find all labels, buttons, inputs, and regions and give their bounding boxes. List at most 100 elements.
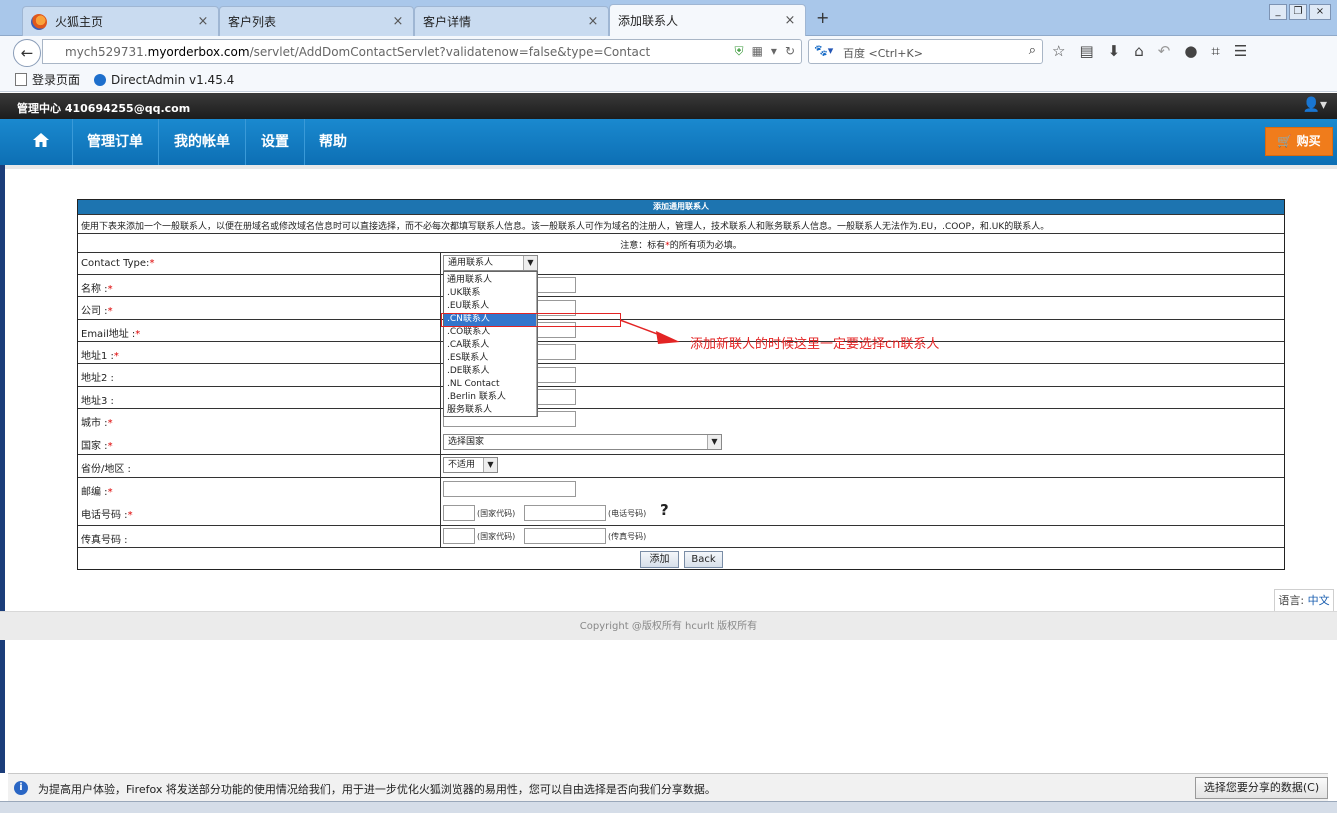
chevron-down-icon: ▼ [523,256,537,270]
bookmark-directadmin[interactable]: DirectAdmin v1.45.4 [94,73,234,87]
zip-input[interactable] [443,481,576,497]
language-selector[interactable]: 语言: 中文 [1274,589,1334,611]
column-divider [440,252,441,547]
help-icon[interactable]: ? [660,501,669,519]
close-window-icon[interactable]: × [1309,4,1331,20]
fax-number-input[interactable] [524,528,606,544]
page-icon [15,73,27,86]
option-nl-contact[interactable]: .NL Contact [444,378,537,391]
tab-client-list[interactable]: 客户列表 × [219,6,414,36]
menu-icon[interactable]: ☰ [1234,42,1247,60]
close-icon[interactable]: × [586,14,600,29]
download-icon[interactable]: ⬇ [1108,42,1121,60]
reading-list-icon[interactable]: ▤ [1079,42,1093,60]
country-select[interactable]: 选择国家 ▼ [443,434,722,450]
option-co-contact[interactable]: .CO联系人 [444,326,537,339]
row-company: 公司 :* [78,296,1284,319]
menu-settings[interactable]: 设置 [261,119,289,165]
new-tab-icon[interactable]: + [816,8,829,27]
reload-icon[interactable]: ↻ [785,44,795,59]
state-select[interactable]: 不适用 ▼ [443,457,498,473]
tab-add-contact[interactable]: 添加联系人 × [609,4,806,36]
url-prefix: mych529731. [65,45,148,59]
fax-country-code-input[interactable] [443,528,475,544]
undo-icon[interactable]: ↶ [1158,42,1171,60]
main-menu: 管理订单 我的帐单 设置 帮助 [0,119,1337,165]
shield-icon[interactable]: ⛨ [735,44,744,59]
option-berlin-contact[interactable]: .Berlin 联系人 [444,391,537,404]
tab-client-detail[interactable]: 客户详情 × [414,6,609,36]
search-engine-name: 百度 [843,47,865,60]
note-prefix: 注意：标有 [620,241,666,251]
option-generic-contact[interactable]: 通用联系人 [444,274,537,287]
row-name: 名称 :* [78,274,1284,296]
close-icon[interactable]: × [196,14,210,29]
url-bar[interactable]: mych529731.myorderbox.com/servlet/AddDom… [42,39,802,64]
option-eu-contact[interactable]: .EU联系人 [444,300,537,313]
note-suffix: 的所有项为必填。 [669,241,742,251]
label-contact-type: Contact Type:* [81,258,154,269]
back-button[interactable]: ← [13,39,41,67]
label-text: 公司 : [81,306,108,317]
close-icon[interactable]: × [391,14,405,29]
screenshot-icon[interactable]: ⌗ [1211,42,1219,60]
row-address2: 地址2 : [78,363,1284,386]
option-ca-contact[interactable]: .CA联系人 [444,339,537,352]
label-address3: 地址3 : [81,396,114,407]
window-controls: _ ❐ × [1269,4,1331,20]
submit-button[interactable]: 添加 [640,551,679,568]
fax-country-code-hint: (国家代码) [477,532,516,541]
dropdown-scrollbar[interactable] [536,272,537,416]
label-text: 国家 : [81,441,108,452]
share-data-button[interactable]: 选择您要分享的数据(C) [1195,777,1328,799]
bookmark-star-icon[interactable]: ☆ [1052,42,1065,60]
home-icon[interactable]: ⌂ [1134,42,1144,60]
annotation-arrow-icon [619,319,680,344]
user-icon[interactable]: 👤▾ [1303,97,1327,113]
buy-button[interactable]: 🛒 购买 [1265,127,1333,156]
close-icon[interactable]: × [783,13,797,28]
menu-help[interactable]: 帮助 [319,119,347,165]
search-engine-icon[interactable]: 🐾▾ [814,44,833,57]
tab-strip: 火狐主页 × 客户列表 × 客户详情 × 添加联系人 × + _ ❐ × [0,0,1337,36]
row-fax: 传真号码 : [78,525,1284,547]
phone-hint: (电话号码) [608,509,647,518]
tab-firefox-home[interactable]: 火狐主页 × [22,6,219,36]
country-value: 选择国家 [448,437,485,447]
info-icon: i [14,781,28,795]
search-placeholder: 百度 <Ctrl+K> [843,45,923,61]
menu-my-bills[interactable]: 我的帐单 [174,119,230,165]
language-label: 语言: [1278,594,1305,607]
back-button[interactable]: Back [684,551,723,568]
qr-icon[interactable]: ▦ [752,44,763,59]
option-service-contact[interactable]: 服务联系人 [444,404,537,417]
home-icon[interactable] [32,131,50,149]
minimize-icon[interactable]: _ [1269,4,1287,20]
option-de-contact[interactable]: .DE联系人 [444,365,537,378]
option-es-contact[interactable]: .ES联系人 [444,352,537,365]
bookmarks-bar: 登录页面 DirectAdmin v1.45.4 [0,68,1337,92]
language-value[interactable]: 中文 [1308,594,1330,607]
label-fax: 传真号码 : [81,535,128,546]
contact-type-select[interactable]: 通用联系人 ▼ [443,255,538,271]
required-mark: * [135,329,141,340]
phone-number-input[interactable] [524,505,606,521]
option-uk-contact[interactable]: .UK联系 [444,287,537,300]
bookmark-login-page[interactable]: 登录页面 [15,71,80,88]
restore-icon[interactable]: ❐ [1289,4,1307,20]
search-bar[interactable]: 🐾▾ 百度 <Ctrl+K> ⌕ [808,39,1043,64]
label-phone: 电话号码 :* [81,506,133,521]
footer: Copyright @版权所有 hcurlt 版权所有 [0,611,1337,640]
required-mark: * [107,487,113,498]
tab-label: 添加联系人 [618,14,679,28]
label-text: 名称 : [81,284,108,295]
country-code-hint: (国家代码) [477,509,516,518]
menu-manage-orders[interactable]: 管理订单 [87,119,143,165]
required-mark: * [107,306,113,317]
search-icon[interactable]: ⌕ [1029,43,1036,58]
form-title: 添加通用联系人 [78,200,1284,214]
phone-country-code-input[interactable] [443,505,475,521]
chat-icon[interactable]: ● [1184,42,1197,60]
label-email: Email地址 :* [81,325,140,340]
dropdown-icon[interactable]: ▾ [771,44,777,59]
